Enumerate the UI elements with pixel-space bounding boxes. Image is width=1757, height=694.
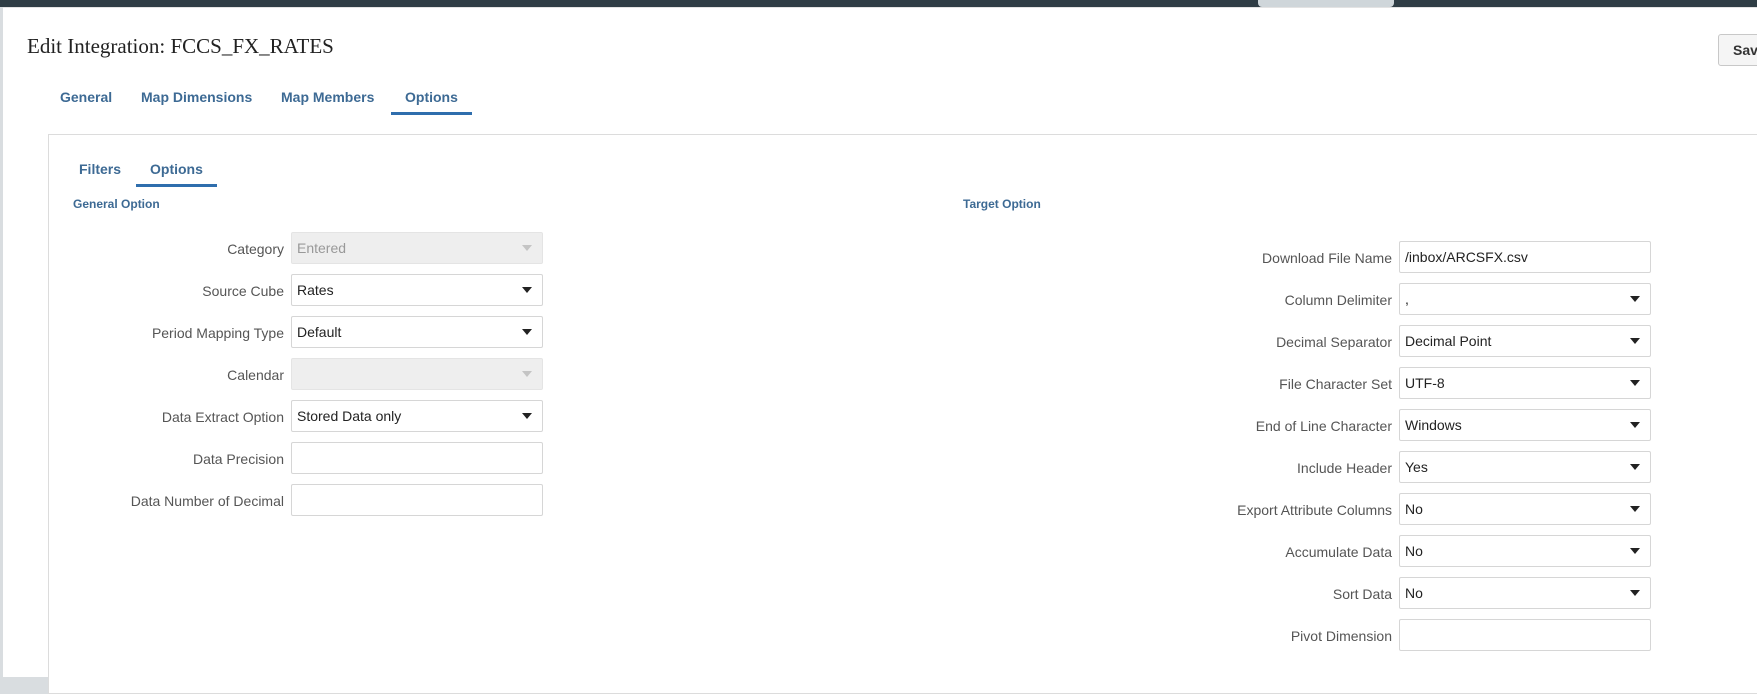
download-file-name-label: Download File Name (1262, 250, 1392, 266)
accumulate-data-select[interactable]: No (1399, 535, 1651, 567)
data-number-of-decimal-label: Data Number of Decimal (130, 493, 284, 509)
target-option-title: Target Option (963, 197, 1041, 211)
export-attribute-columns-value: No (1405, 501, 1423, 517)
chevron-down-icon (1630, 380, 1640, 386)
decimal-separator-label: Decimal Separator (1276, 334, 1392, 350)
download-file-name-input[interactable]: /inbox/ARCSFX.csv (1399, 241, 1651, 273)
top-bar (0, 0, 1757, 7)
column-delimiter-label: Column Delimiter (1284, 292, 1392, 308)
decimal-separator-select[interactable]: Decimal Point (1399, 325, 1651, 357)
tab-options[interactable]: Options (391, 89, 472, 115)
general-option-title: General Option (73, 197, 160, 211)
chevron-down-icon (522, 329, 532, 335)
include-header-value: Yes (1405, 459, 1428, 475)
include-header-label: Include Header (1297, 460, 1392, 476)
chevron-down-icon (1630, 506, 1640, 512)
sort-data-label: Sort Data (1332, 586, 1392, 602)
download-file-name-value: /inbox/ARCSFX.csv (1405, 249, 1528, 265)
tab-map-dimensions[interactable]: Map Dimensions (141, 89, 252, 105)
data-extract-option-label: Data Extract Option (161, 409, 284, 425)
export-attribute-columns-label: Export Attribute Columns (1237, 502, 1392, 518)
calendar-label: Calendar (227, 367, 284, 383)
chevron-down-icon (1630, 590, 1640, 596)
file-character-set-label: File Character Set (1279, 376, 1392, 392)
pivot-dimension-label: Pivot Dimension (1290, 628, 1392, 644)
data-extract-option-value: Stored Data only (297, 408, 402, 424)
data-extract-option-select[interactable]: Stored Data only (291, 400, 543, 432)
subtab-options[interactable]: Options (136, 161, 217, 187)
chevron-down-icon (522, 245, 532, 251)
column-delimiter-value: , (1405, 291, 1409, 307)
chevron-down-icon (1630, 422, 1640, 428)
page-title: Edit Integration: FCCS_FX_RATES (27, 34, 334, 58)
end-of-line-character-label: End of Line Character (1255, 418, 1392, 434)
source-cube-label: Source Cube (202, 283, 284, 299)
export-attribute-columns-select[interactable]: No (1399, 493, 1651, 525)
file-character-set-value: UTF-8 (1405, 375, 1445, 391)
end-of-line-character-select[interactable]: Windows (1399, 409, 1651, 441)
sort-data-value: No (1405, 585, 1423, 601)
data-precision-input[interactable] (291, 442, 543, 474)
chevron-down-icon (1630, 464, 1640, 470)
end-of-line-character-value: Windows (1405, 417, 1462, 433)
top-bar-notch (1258, 0, 1394, 7)
tab-map-members[interactable]: Map Members (281, 89, 374, 105)
chevron-down-icon (522, 287, 532, 293)
category-select: Entered (291, 232, 543, 264)
pivot-dimension-input[interactable] (1399, 619, 1651, 651)
accumulate-data-label: Accumulate Data (1285, 544, 1392, 560)
calendar-select (291, 358, 543, 390)
data-number-of-decimal-input[interactable] (291, 484, 543, 516)
chevron-down-icon (1630, 296, 1640, 302)
save-button[interactable]: Save (1718, 34, 1757, 66)
source-cube-select[interactable]: Rates (291, 274, 543, 306)
category-label: Category (227, 241, 284, 257)
source-cube-value: Rates (297, 282, 334, 298)
accumulate-data-value: No (1405, 543, 1423, 559)
chevron-down-icon (522, 413, 532, 419)
decimal-separator-value: Decimal Point (1405, 333, 1492, 349)
tab-general[interactable]: General (60, 89, 112, 105)
category-value: Entered (297, 240, 347, 256)
file-character-set-select[interactable]: UTF-8 (1399, 367, 1651, 399)
period-mapping-type-label: Period Mapping Type (151, 325, 284, 341)
subtab-filters[interactable]: Filters (79, 161, 121, 177)
chevron-down-icon (1630, 548, 1640, 554)
sort-data-select[interactable]: No (1399, 577, 1651, 609)
period-mapping-type-value: Default (297, 324, 342, 340)
period-mapping-type-select[interactable]: Default (291, 316, 543, 348)
chevron-down-icon (1630, 338, 1640, 344)
data-precision-label: Data Precision (192, 451, 284, 467)
chevron-down-icon (522, 371, 532, 377)
include-header-select[interactable]: Yes (1399, 451, 1651, 483)
column-delimiter-select[interactable]: , (1399, 283, 1651, 315)
